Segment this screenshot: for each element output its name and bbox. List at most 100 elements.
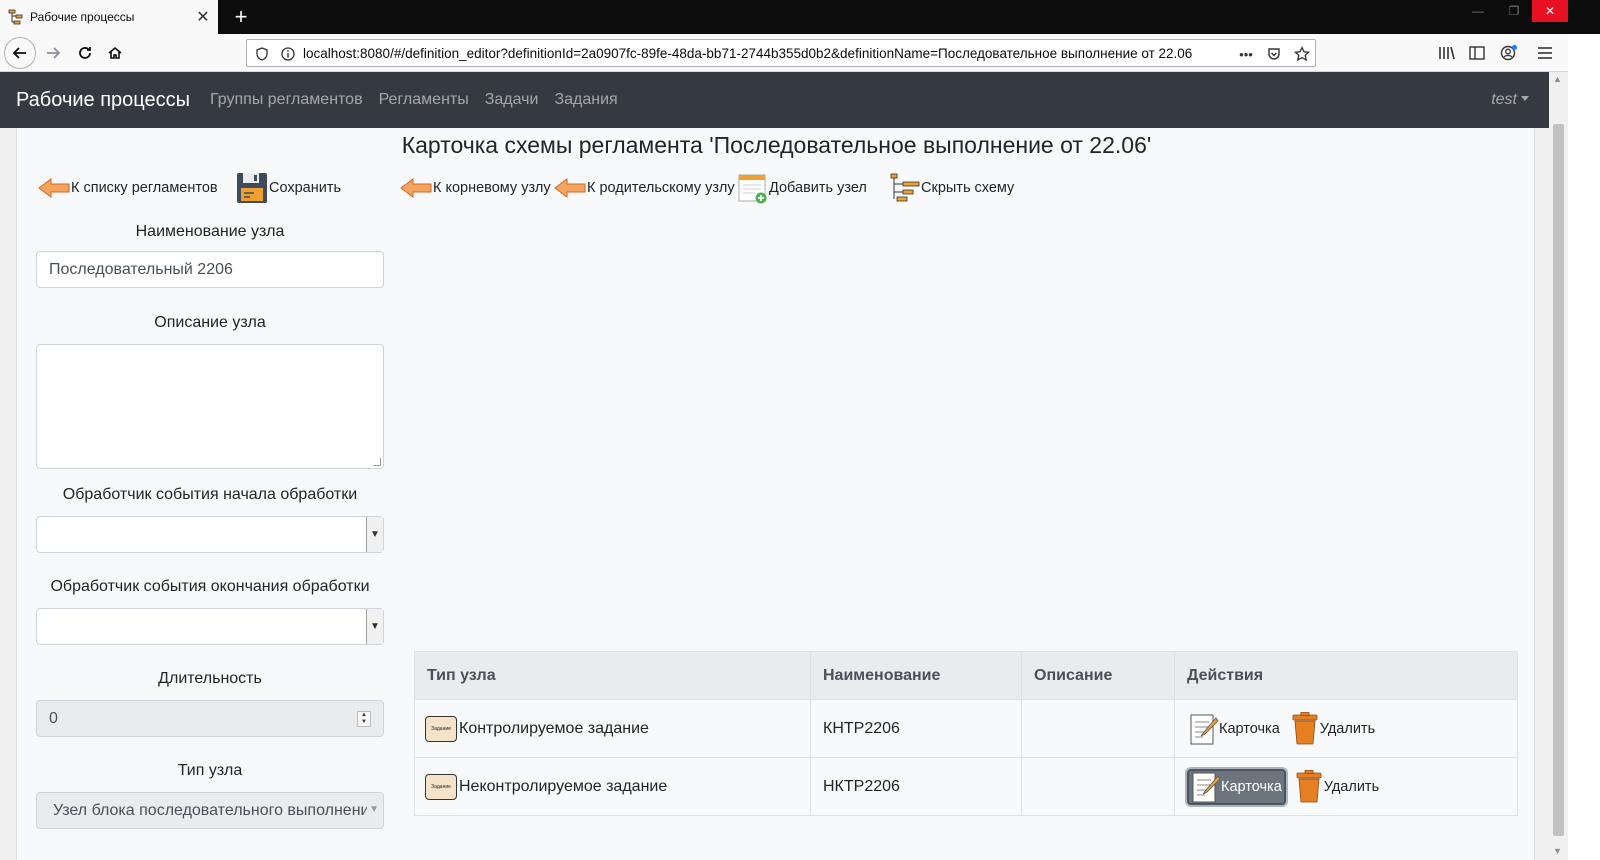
save-button[interactable]: Сохранить xyxy=(235,170,341,206)
more-actions-icon[interactable]: ••• xyxy=(1237,45,1255,63)
scroll-down-icon[interactable]: ▼ xyxy=(1553,846,1562,856)
back-to-list-label: К списку регламентов xyxy=(71,180,218,196)
card-button[interactable]: Карточка xyxy=(1187,768,1286,805)
node-type-select: Узел блока последовательного выполнения … xyxy=(36,792,384,829)
start-handler-select[interactable]: ▼ xyxy=(36,516,384,553)
add-document-icon xyxy=(738,174,767,204)
trash-bin-icon xyxy=(1292,711,1318,744)
type-cell: Задание Неконтролируемое задание xyxy=(414,757,811,816)
add-node-label: Добавить узел xyxy=(769,180,867,196)
node-type-value: Узел блока последовательного выполнения xyxy=(53,801,379,819)
edit-document-icon xyxy=(1192,772,1221,802)
browser-toolbar: localhost:8080/#/definition_editor?defin… xyxy=(0,34,1600,72)
to-parent-node-button[interactable]: К родительскому узлу xyxy=(553,170,735,206)
page-title: Карточка схемы регламента 'Последователь… xyxy=(401,132,1152,158)
back-icon[interactable] xyxy=(4,37,36,69)
delete-button[interactable]: Удалить xyxy=(1292,769,1381,805)
column-header-description: Описание xyxy=(1021,651,1175,700)
maximize-icon[interactable]: ❐ xyxy=(1496,0,1532,22)
child-nodes-table: Тип узла Наименование Описание Действия … xyxy=(414,651,1518,816)
library-icon[interactable] xyxy=(1432,38,1462,68)
url-text[interactable]: localhost:8080/#/definition_editor?defin… xyxy=(303,46,1228,61)
task-icon: Задание xyxy=(425,773,457,800)
browser-tab[interactable]: Рабочие процессы ✕ xyxy=(0,0,218,34)
start-handler-label: Обработчик события начала обработки xyxy=(62,486,358,503)
node-description-textarea[interactable] xyxy=(36,344,384,469)
table-header-row: Тип узла Наименование Описание Действия xyxy=(414,651,1518,700)
minimize-icon[interactable]: — xyxy=(1460,0,1496,22)
hide-schema-label: Скрыть схему xyxy=(921,180,1015,196)
schema-favicon-icon xyxy=(8,9,24,25)
scroll-thumb[interactable] xyxy=(1553,124,1564,836)
node-form: Наименование узла Последовательный 2206 … xyxy=(36,220,384,829)
hide-schema-button[interactable]: Скрыть схему xyxy=(889,170,1014,206)
add-node-button[interactable]: Добавить узел xyxy=(737,170,867,206)
trash-bin-icon xyxy=(1296,769,1322,802)
close-tab-icon[interactable]: ✕ xyxy=(192,6,214,28)
node-type-text: Контролируемое задание xyxy=(459,719,649,737)
node-type-label: Тип узла xyxy=(177,762,243,779)
home-icon[interactable] xyxy=(100,38,130,68)
to-parent-label: К родительскому узлу xyxy=(587,180,735,196)
table-row: Задание Неконтролируемое задание НКТР220… xyxy=(414,757,1518,816)
arrow-left-icon xyxy=(554,178,586,198)
name-cell: НКТР2206 xyxy=(810,757,1022,816)
user-menu[interactable]: test xyxy=(1491,91,1529,109)
node-description-label: Описание узла xyxy=(154,314,266,331)
scroll-up-icon[interactable]: ▲ xyxy=(1553,74,1562,84)
to-root-node-button[interactable]: К корневому узлу xyxy=(399,170,551,206)
arrow-left-icon xyxy=(400,178,432,198)
spinner-icon[interactable]: ▲ ▼ xyxy=(357,711,371,727)
chevron-down-icon[interactable]: ▼ xyxy=(366,517,383,552)
page-scrollbar[interactable]: ▲ ▼ xyxy=(1549,72,1568,860)
column-header-name: Наименование xyxy=(810,651,1022,700)
node-name-input[interactable]: Последовательный 2206 xyxy=(36,251,384,288)
chevron-down-icon[interactable]: ▼ xyxy=(366,609,383,644)
sidebar-icon[interactable] xyxy=(1462,38,1492,68)
description-cell xyxy=(1021,757,1175,816)
tab-title: Рабочие процессы xyxy=(30,10,135,24)
bookmark-star-icon[interactable] xyxy=(1293,45,1311,63)
pocket-icon[interactable] xyxy=(1265,45,1283,63)
delete-button-label: Удалить xyxy=(1319,720,1376,737)
account-icon[interactable] xyxy=(1494,38,1524,68)
back-to-list-button[interactable]: К списку регламентов xyxy=(37,170,218,206)
schema-tree-icon xyxy=(890,173,920,202)
duration-input[interactable]: 0 ▲ ▼ xyxy=(36,700,384,737)
column-header-type: Тип узла xyxy=(414,651,811,700)
forward-icon[interactable] xyxy=(38,38,68,68)
card-button[interactable]: Карточка xyxy=(1187,711,1282,747)
nav-link-definitions[interactable]: Регламенты xyxy=(379,91,469,109)
edit-document-icon xyxy=(1190,714,1219,744)
column-header-actions: Действия xyxy=(1174,651,1518,700)
actions-cell: Карточка Удалить xyxy=(1174,699,1518,758)
new-tab-icon[interactable]: + xyxy=(228,4,254,30)
reload-icon[interactable] xyxy=(70,38,100,68)
nav-link-tasks[interactable]: Задачи xyxy=(485,91,539,109)
actions-cell: Карточка Удалить xyxy=(1174,757,1518,816)
to-root-label: К корневому узлу xyxy=(433,180,551,196)
app-navbar: Рабочие процессы Группы регламентов Регл… xyxy=(0,72,1549,128)
delete-button[interactable]: Удалить xyxy=(1288,711,1377,747)
menu-icon[interactable] xyxy=(1530,38,1560,68)
nav-link-assignments[interactable]: Задания xyxy=(554,91,617,109)
save-label: Сохранить xyxy=(269,180,342,196)
chevron-down-icon: ▼ xyxy=(367,804,379,815)
resize-grip-icon[interactable] xyxy=(373,458,381,466)
duration-label: Длительность xyxy=(158,670,262,687)
node-name-label: Наименование узла xyxy=(135,223,285,240)
task-icon: Задание xyxy=(425,715,457,742)
window-close-icon[interactable]: ✕ xyxy=(1532,0,1568,22)
end-handler-label: Обработчик события окончания обработки xyxy=(50,578,370,595)
card-button-label: Карточка xyxy=(1221,778,1282,795)
node-type-text: Неконтролируемое задание xyxy=(459,777,668,795)
brand[interactable]: Рабочие процессы xyxy=(16,89,190,112)
card-button-label: Карточка xyxy=(1219,720,1280,737)
browser-tabstrip: Рабочие процессы ✕ + — ❐ ✕ xyxy=(0,0,1600,34)
end-handler-select[interactable]: ▼ xyxy=(36,608,384,645)
address-bar[interactable]: localhost:8080/#/definition_editor?defin… xyxy=(246,39,1316,67)
info-icon[interactable] xyxy=(279,45,297,63)
description-cell xyxy=(1021,699,1175,758)
shield-icon[interactable] xyxy=(253,45,271,63)
nav-link-groups[interactable]: Группы регламентов xyxy=(210,91,363,109)
